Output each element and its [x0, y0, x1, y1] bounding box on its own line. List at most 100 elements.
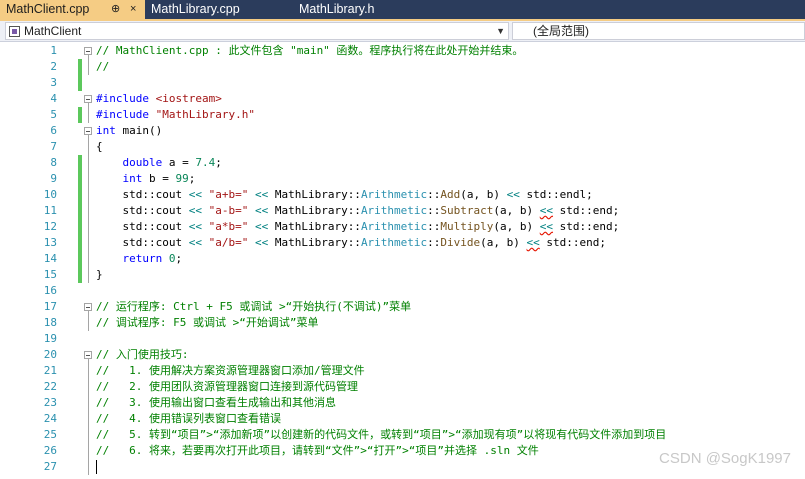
code-token: <<: [188, 236, 202, 249]
tab-mathclient-cpp[interactable]: MathClient.cpp ⊕ ×: [0, 0, 145, 19]
tab-mathlibrary-h[interactable]: MathLibrary.h: [293, 0, 423, 19]
code-token: 99: [175, 172, 189, 185]
code-line[interactable]: 17 // 运行程序: Ctrl + F5 或调试 >“开始执行(不调试)”菜单: [0, 299, 805, 315]
code-token: #include: [96, 108, 149, 121]
code-line[interactable]: 12 std::cout << "a*b=" << MathLibrary::A…: [0, 219, 805, 235]
code-token: std::cout: [96, 188, 189, 201]
line-number: 19: [43, 332, 57, 345]
collapse-toggle-icon[interactable]: [84, 95, 92, 103]
code-token: 7.4: [195, 156, 216, 169]
project-dropdown[interactable]: MathClient ▼: [5, 22, 509, 40]
code-token: ::: [427, 204, 441, 217]
code-text: // 1. 使用解决方案资源管理器窗口添加/管理文件: [96, 363, 365, 379]
code-line[interactable]: 10 std::cout << "a+b=" << MathLibrary::A…: [0, 187, 805, 203]
code-text: // 5. 转到“项目”>“添加新项”以创建新的代码文件，或转到“项目”>“添加…: [96, 427, 666, 443]
code-text: // 3. 使用输出窗口查看生成输出和其他消息: [96, 395, 336, 411]
code-line[interactable]: 24 // 4. 使用错误列表窗口查看错误: [0, 411, 805, 427]
code-token: // 调试程序: F5 或调试 >“开始调试”菜单: [96, 316, 319, 329]
code-token: // 4. 使用错误列表窗口查看错误: [96, 412, 281, 425]
code-token: Arithmetic: [360, 220, 428, 233]
code-line[interactable]: 9 int b = 99;: [0, 171, 805, 187]
code-line[interactable]: 16: [0, 283, 805, 299]
code-token: ;: [188, 172, 196, 185]
code-text: std::cout << "a-b=" << MathLibrary::Arit…: [96, 203, 619, 219]
code-line[interactable]: 14 return 0;: [0, 251, 805, 267]
collapse-toggle-icon[interactable]: [84, 47, 92, 55]
code-line[interactable]: 22 // 2. 使用团队资源管理器窗口连接到源代码管理: [0, 379, 805, 395]
change-indicator: [78, 235, 82, 251]
line-number: 5: [50, 108, 57, 121]
code-token: MathLibrary::: [268, 188, 361, 201]
code-token: std::cout: [96, 204, 189, 217]
navigation-bar: MathClient ▼ (全局范围): [0, 21, 805, 42]
collapse-toggle-icon[interactable]: [84, 351, 92, 359]
change-indicator: [78, 75, 82, 91]
code-text: // 入门使用技巧:: [96, 347, 189, 363]
code-token: <<: [539, 220, 554, 233]
code-token: ::: [427, 188, 441, 201]
code-line[interactable]: 15}: [0, 267, 805, 283]
code-editor[interactable]: 1 // MathClient.cpp : 此文件包含 "main" 函数。程序执…: [0, 42, 805, 479]
collapse-toggle-icon[interactable]: [84, 127, 92, 135]
change-indicator: [78, 107, 82, 123]
code-token: }: [96, 268, 103, 281]
change-indicator: [78, 219, 82, 235]
close-icon[interactable]: ×: [130, 0, 136, 19]
code-token: std::endl;: [519, 188, 593, 201]
code-token: // 运行程序: Ctrl + F5 或调试 >“开始执行(不调试)”菜单: [96, 300, 412, 313]
code-token: (a, b): [493, 204, 540, 217]
code-line[interactable]: 2 //: [0, 59, 805, 75]
code-token: b =: [142, 172, 176, 185]
code-token: Multiply: [440, 220, 494, 233]
code-text: // 运行程序: Ctrl + F5 或调试 >“开始执行(不调试)”菜单: [96, 299, 411, 315]
code-line[interactable]: 8 double a = 7.4;: [0, 155, 805, 171]
line-number: 2: [50, 60, 57, 73]
code-line[interactable]: 19: [0, 331, 805, 347]
code-token: int: [122, 172, 143, 185]
code-token: return: [122, 252, 163, 265]
tab-mathlibrary-cpp[interactable]: MathLibrary.cpp: [145, 0, 293, 19]
line-number: 15: [43, 268, 57, 281]
change-indicator: [78, 59, 82, 75]
code-token: // 1. 使用解决方案资源管理器窗口添加/管理文件: [96, 364, 365, 377]
code-line[interactable]: 23 // 3. 使用输出窗口查看生成输出和其他消息: [0, 395, 805, 411]
collapse-toggle-icon[interactable]: [84, 303, 92, 311]
code-token: ;: [175, 252, 183, 265]
code-token: std::end;: [539, 236, 607, 249]
code-token: "a+b=": [208, 188, 249, 201]
code-token: ;: [215, 156, 222, 169]
scope-dropdown[interactable]: (全局范围): [512, 22, 805, 40]
code-line[interactable]: 11 std::cout << "a-b=" << MathLibrary::A…: [0, 203, 805, 219]
document-tab-bar: MathClient.cpp ⊕ × MathLibrary.cpp MathL…: [0, 0, 805, 19]
code-line[interactable]: 6 int main(): [0, 123, 805, 139]
code-line[interactable]: 1 // MathClient.cpp : 此文件包含 "main" 函数。程序执…: [0, 43, 805, 59]
code-token: <<: [188, 188, 202, 201]
code-line[interactable]: 7{: [0, 139, 805, 155]
line-number: 7: [50, 140, 57, 153]
code-line[interactable]: 4 #include <iostream>: [0, 91, 805, 107]
code-line[interactable]: 25 // 5. 转到“项目”>“添加新项”以创建新的代码文件，或转到“项目”>“…: [0, 427, 805, 443]
code-text: // MathClient.cpp : 此文件包含 "main" 函数。程序执行…: [96, 43, 523, 59]
code-line[interactable]: 5 #include "MathLibrary.h": [0, 107, 805, 123]
line-number: 1: [50, 44, 57, 57]
code-line[interactable]: 18 // 调试程序: F5 或调试 >“开始调试”菜单: [0, 315, 805, 331]
pin-icon[interactable]: ⊕: [111, 0, 120, 19]
code-line[interactable]: 20 // 入门使用技巧:: [0, 347, 805, 363]
code-token: //: [96, 60, 110, 73]
code-token: #include: [96, 92, 149, 105]
code-token: MathLibrary::: [268, 236, 361, 249]
line-number: 8: [50, 156, 57, 169]
change-indicator: [78, 155, 82, 171]
code-line[interactable]: 3: [0, 75, 805, 91]
code-line[interactable]: 21 // 1. 使用解决方案资源管理器窗口添加/管理文件: [0, 363, 805, 379]
code-line[interactable]: 13 std::cout << "a/b=" << MathLibrary::A…: [0, 235, 805, 251]
project-name: MathClient: [24, 24, 82, 38]
code-token: Divide: [440, 236, 481, 249]
code-token: <<: [254, 220, 269, 233]
